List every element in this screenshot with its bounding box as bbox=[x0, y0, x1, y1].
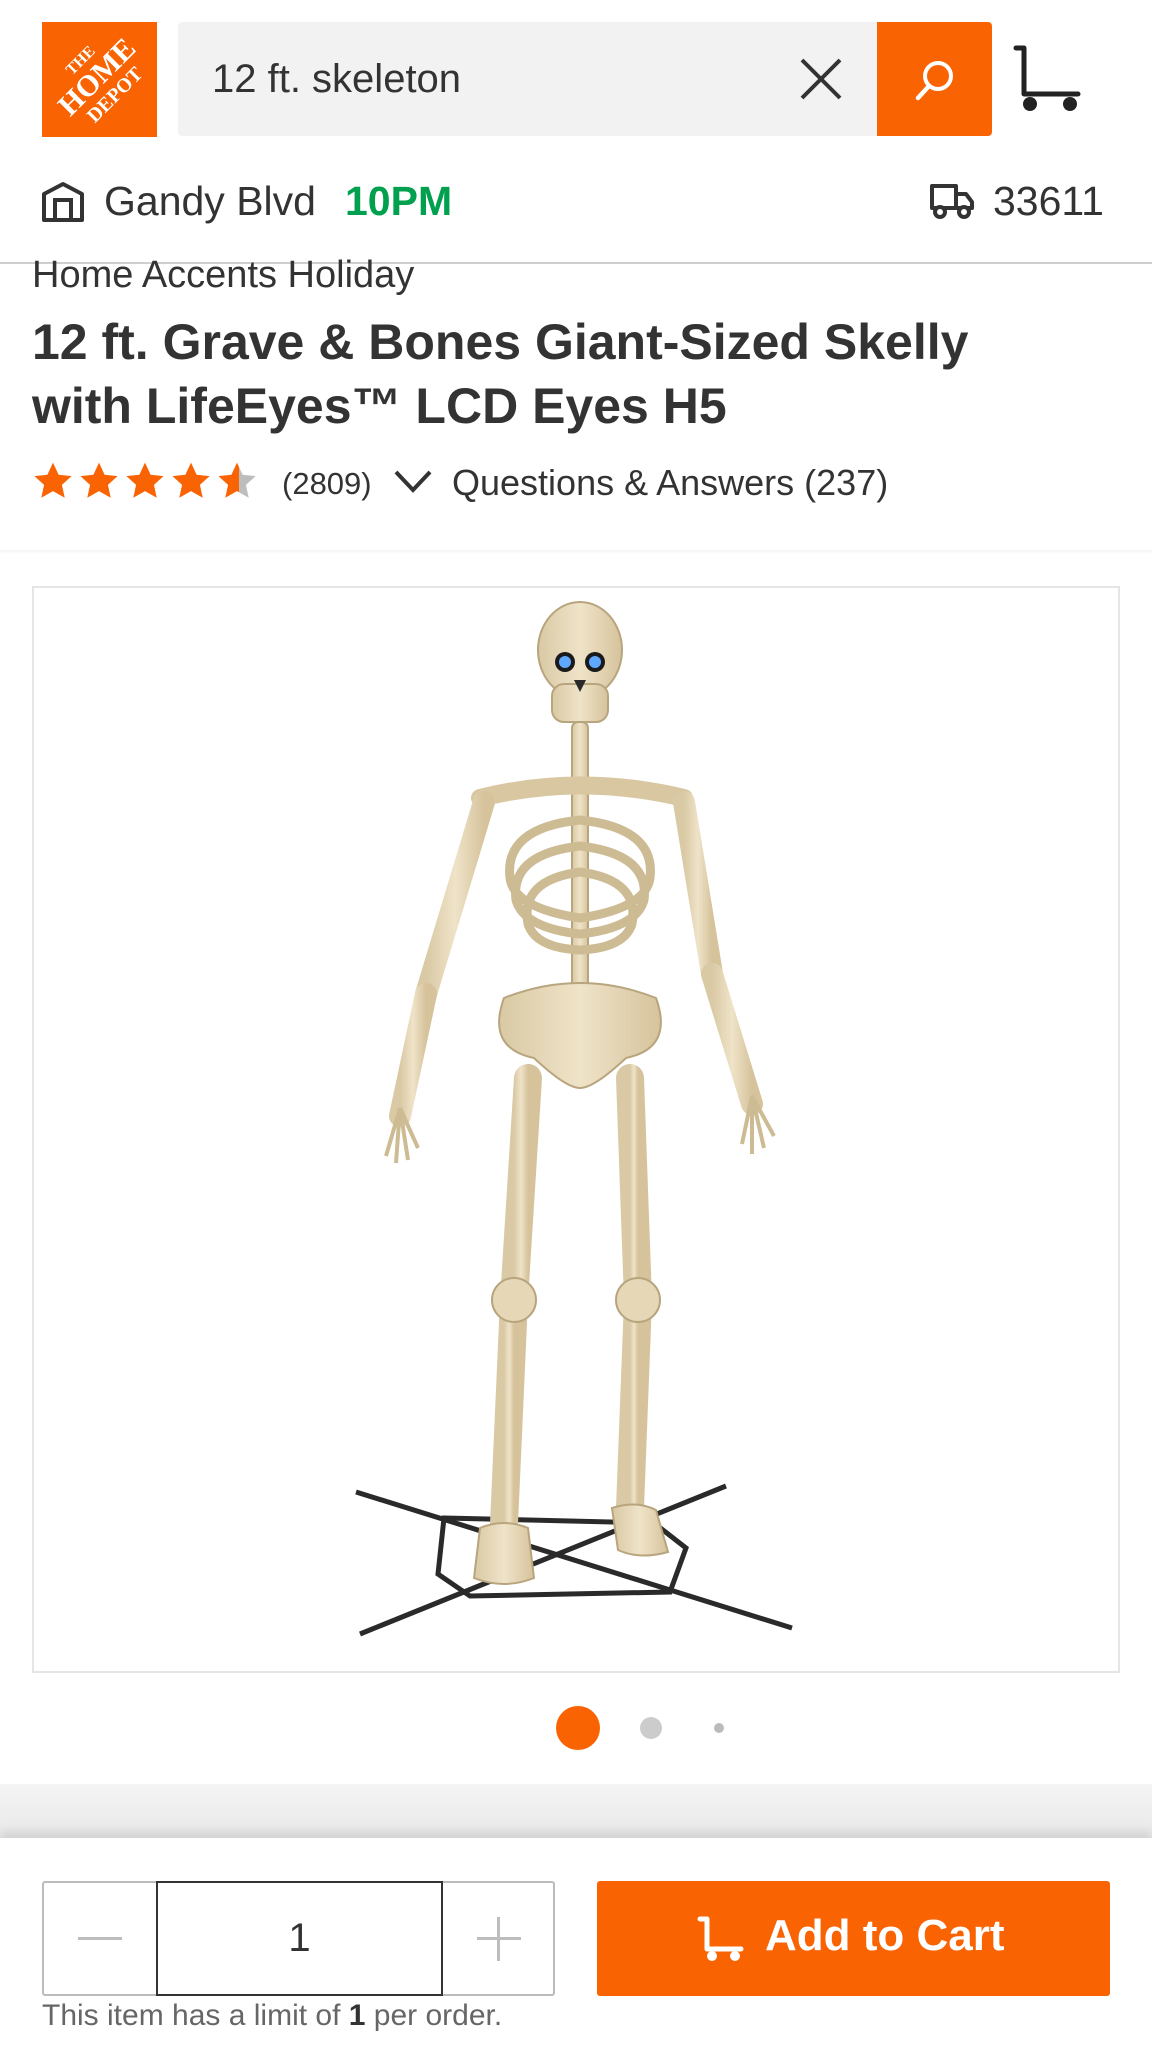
rating-row: (2809) Questions & Answers (237) bbox=[32, 458, 1132, 508]
delivery-zip-link[interactable]: 33611 bbox=[993, 178, 1104, 225]
search-input[interactable] bbox=[212, 50, 772, 108]
store-info-row: Gandy Blvd 10PM 33611 bbox=[0, 170, 1152, 234]
quantity-increase-button[interactable] bbox=[443, 1883, 555, 1994]
cart-icon bbox=[1013, 45, 1081, 111]
search-button[interactable] bbox=[877, 22, 992, 136]
star-icon bbox=[34, 462, 72, 498]
gallery-pagination bbox=[0, 1702, 1152, 1752]
chevron-down-icon[interactable] bbox=[392, 466, 434, 496]
truck-icon[interactable] bbox=[929, 182, 975, 220]
store-name-link[interactable]: Gandy Blvd bbox=[104, 178, 316, 225]
product-image-gallery[interactable] bbox=[32, 586, 1120, 1673]
questions-answers-link[interactable]: Questions & Answers (237) bbox=[452, 462, 888, 504]
star-icon bbox=[172, 462, 210, 498]
star-icon bbox=[126, 462, 164, 498]
limit-suffix: per order. bbox=[373, 1999, 503, 2032]
add-to-cart-button[interactable]: Add to Cart bbox=[597, 1881, 1110, 1996]
product-page: THE HOME DEPOT 12 ft. skeleton Gandy Blv… bbox=[0, 0, 1152, 2048]
section-divider bbox=[0, 1784, 1152, 1840]
quantity-input[interactable] bbox=[156, 1881, 443, 1996]
clear-search-button[interactable] bbox=[790, 48, 852, 110]
quantity-decrease-button[interactable] bbox=[44, 1883, 156, 1994]
rating-stars[interactable] bbox=[32, 460, 258, 502]
search-icon bbox=[915, 61, 953, 101]
pagination-dot-active[interactable] bbox=[556, 1706, 600, 1750]
header: THE HOME DEPOT 12 ft. skeleton Gandy Blv… bbox=[0, 0, 1152, 264]
review-count-link[interactable]: (2809) bbox=[282, 466, 372, 502]
close-icon bbox=[800, 58, 842, 100]
search-bar bbox=[178, 22, 878, 136]
product-brand-link[interactable]: Home Accents Holiday bbox=[32, 254, 414, 297]
product-image[interactable] bbox=[34, 588, 1118, 1671]
quantity-stepper bbox=[42, 1881, 555, 1996]
add-to-cart-label: Add to Cart bbox=[765, 1911, 1005, 1960]
home-depot-logo[interactable]: THE HOME DEPOT bbox=[42, 22, 157, 137]
purchase-limit-note: This item has a limit of 1 per order. bbox=[42, 1999, 502, 2033]
product-title: 12 ft. Grave & Bones Giant-Sized Skelly … bbox=[32, 314, 969, 434]
store-hours: 10PM bbox=[345, 178, 453, 224]
section-divider bbox=[0, 550, 1152, 554]
limit-value: 1 bbox=[348, 1999, 366, 2032]
pagination-dot[interactable] bbox=[714, 1723, 724, 1733]
pagination-dot[interactable] bbox=[640, 1717, 662, 1739]
cart-icon bbox=[697, 1916, 744, 1961]
cart-button[interactable] bbox=[1012, 42, 1084, 116]
limit-prefix: This item has a limit of bbox=[42, 1999, 341, 2032]
half-star-icon bbox=[218, 462, 256, 498]
star-icon bbox=[80, 462, 118, 498]
store-icon[interactable] bbox=[40, 180, 86, 224]
